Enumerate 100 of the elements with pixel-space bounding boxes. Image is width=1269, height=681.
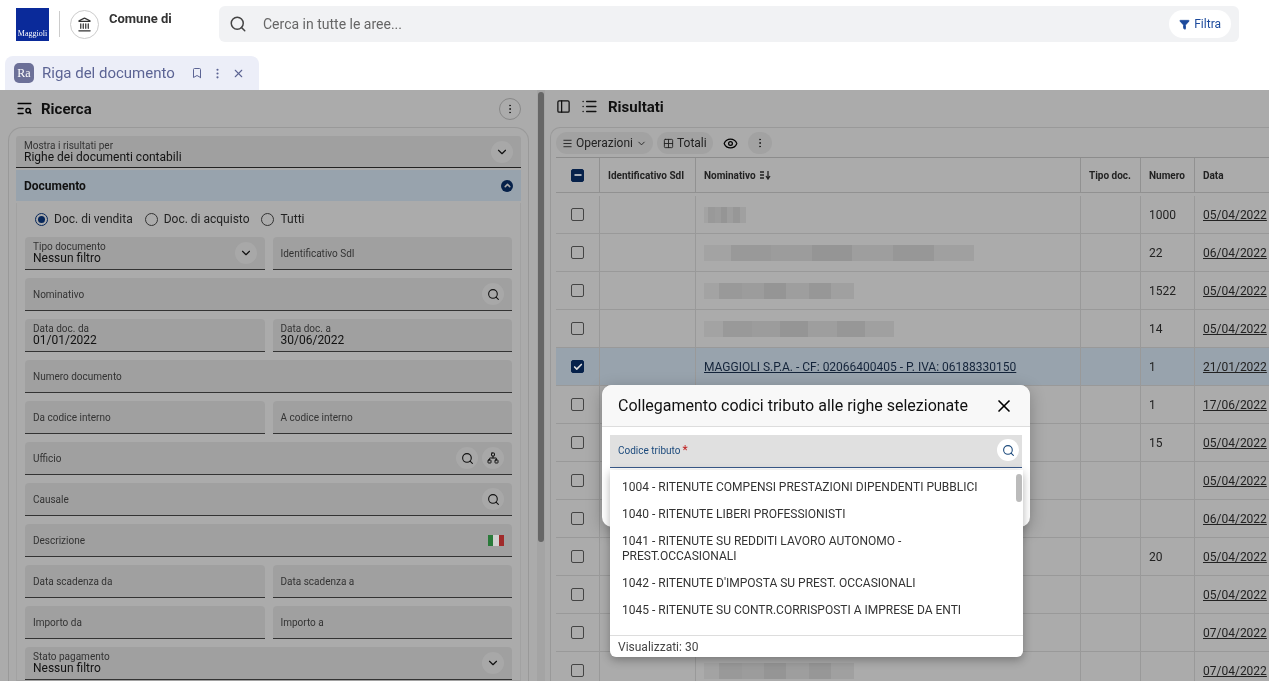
sidebar-toggle-icon[interactable] — [556, 99, 571, 114]
table-cell: 1 — [1141, 348, 1195, 386]
dropdown-option[interactable]: 1041 - RITENUTE SU REDDITI LAVORO AUTONOMO - PREST.OCCASIONALI — [610, 528, 1014, 570]
radio-option[interactable]: Doc. di acquisto — [144, 212, 250, 226]
search-icon[interactable] — [482, 283, 504, 305]
input-field[interactable]: Importo a — [272, 606, 512, 639]
select-field[interactable]: Tipo documento Nessun filtro — [25, 237, 265, 270]
input-field[interactable]: Causale — [25, 483, 512, 516]
scrollbar-thumb[interactable] — [1015, 474, 1022, 502]
column-header[interactable]: Tipo doc. — [1081, 158, 1141, 193]
column-header[interactable]: Nominativo — [696, 158, 1081, 193]
bookmark-icon[interactable] — [190, 67, 203, 79]
date-link[interactable]: 21/01/2022 — [1203, 359, 1267, 374]
date-link[interactable]: 07/04/2022 — [1203, 625, 1267, 640]
field-value: Righe dei documenti contabili — [24, 150, 183, 164]
row-checkbox[interactable] — [571, 550, 584, 563]
row-checkbox[interactable] — [571, 512, 584, 525]
row-checkbox[interactable] — [571, 436, 584, 449]
scrollbar-thumb[interactable] — [538, 92, 544, 542]
row-checkbox[interactable] — [571, 398, 584, 411]
row-checkbox[interactable] — [571, 626, 584, 639]
row-checkbox[interactable] — [571, 284, 584, 297]
table-cell: 1 — [1141, 386, 1195, 424]
panel-title: Ricerca — [41, 99, 93, 118]
row-checkbox[interactable] — [571, 664, 584, 677]
date-link[interactable]: 05/04/2022 — [1203, 321, 1267, 336]
column-header[interactable]: Data — [1195, 158, 1269, 193]
column-header[interactable]: Numero — [1141, 158, 1195, 193]
chevron-down-icon[interactable] — [234, 242, 257, 264]
document-tab[interactable]: Ra Riga del documento — [5, 56, 259, 90]
table-cell: 20 — [1141, 538, 1195, 576]
search-icon[interactable] — [997, 439, 1019, 461]
select-all-checkbox[interactable] — [571, 168, 584, 182]
table-cell: 15 — [1141, 424, 1195, 462]
field-value: 30/06/2022 — [280, 334, 346, 347]
dropdown-option[interactable]: 1040 - RITENUTE LIBERI PROFESSIONISTI — [610, 501, 1014, 528]
input-field[interactable]: Codice tributo * — [610, 435, 1022, 468]
radio-option[interactable]: Doc. di vendita — [35, 212, 133, 226]
chevron-down-icon[interactable] — [491, 140, 513, 163]
date-link[interactable]: 05/04/2022 — [1203, 587, 1267, 602]
search-icon[interactable] — [456, 447, 478, 469]
select-field[interactable]: Stato pagamento Nessun filtro — [25, 647, 512, 680]
filter-icon — [1179, 18, 1191, 30]
table-cell: 22 — [1141, 234, 1195, 272]
section-header[interactable]: Documento — [16, 170, 521, 201]
date-link[interactable]: 05/04/2022 — [1203, 473, 1267, 488]
radio-option[interactable]: Tutti — [261, 212, 305, 226]
check-icon — [572, 361, 583, 372]
input-field[interactable]: Data doc. da 01/01/2022 — [25, 319, 265, 352]
chevron-down-icon[interactable] — [482, 652, 504, 674]
input-field[interactable]: Importo da — [25, 606, 265, 639]
input-field[interactable]: Nominativo — [25, 278, 512, 311]
input-field[interactable]: Numero documento — [25, 360, 512, 393]
nominativo-link[interactable]: MAGGIOLI S.P.A. - CF: 02066400405 - P. IVA: 06188330150 — [704, 359, 1017, 374]
collapse-icon[interactable] — [501, 179, 513, 192]
date-link[interactable]: 05/04/2022 — [1203, 435, 1267, 450]
operations-button[interactable]: Operazioni — [556, 132, 653, 154]
date-link[interactable]: 07/04/2022 — [1203, 663, 1267, 678]
input-field[interactable]: Data scadenza a — [272, 565, 512, 598]
totals-button[interactable]: Totali — [657, 132, 713, 154]
table-cell: 1000 — [1141, 196, 1195, 234]
date-link[interactable]: 05/04/2022 — [1203, 283, 1267, 298]
app-badge: Ra — [14, 63, 34, 83]
date-link[interactable]: 17/06/2022 — [1203, 397, 1267, 412]
date-link[interactable]: 06/04/2022 — [1203, 245, 1267, 260]
input-field[interactable]: Ufficio — [25, 442, 512, 475]
input-field[interactable]: Da codice interno — [25, 401, 265, 434]
field-value: Nessun filtro — [33, 252, 102, 265]
input-field[interactable]: Identificativo SdI — [272, 237, 512, 270]
row-checkbox[interactable] — [571, 360, 584, 373]
input-field[interactable]: Data scadenza da — [25, 565, 265, 598]
row-checkbox[interactable] — [571, 588, 584, 601]
input-field[interactable]: Data doc. a 30/06/2022 — [272, 319, 512, 352]
organization-name: Comune di — [109, 11, 173, 26]
list-icon — [581, 98, 598, 115]
date-link[interactable]: 05/04/2022 — [1203, 207, 1267, 222]
column-header[interactable]: Identificativo SdI — [600, 158, 696, 193]
dropdown-option[interactable]: 1042 - RITENUTE D'IMPOSTA SU PREST. OCCASIONALI — [610, 570, 1014, 597]
tab-title: Riga del documento — [42, 64, 175, 82]
select-field[interactable]: Mostra i risultati per Righe dei documenti contabili — [16, 136, 521, 168]
date-link[interactable]: 06/04/2022 — [1203, 511, 1267, 526]
input-field[interactable]: A codice interno — [272, 401, 512, 434]
sort-icon[interactable] — [758, 170, 771, 180]
row-checkbox[interactable] — [571, 322, 584, 335]
input-field[interactable]: Descrizione — [25, 524, 512, 557]
date-link[interactable]: 05/04/2022 — [1203, 549, 1267, 564]
tree-icon[interactable] — [482, 447, 504, 469]
row-checkbox[interactable] — [571, 474, 584, 487]
search-field[interactable]: Cerca in tutte le aree... Filtra — [219, 6, 1239, 42]
eye-icon[interactable] — [722, 135, 738, 151]
field-value: 01/01/2022 — [33, 334, 98, 347]
flag-icon[interactable] — [488, 534, 504, 546]
result-count: Visualizzati: 30 — [610, 635, 1023, 657]
row-checkbox[interactable] — [571, 208, 584, 221]
row-checkbox[interactable] — [571, 246, 584, 259]
search-icon[interactable] — [482, 488, 504, 510]
dropdown-option[interactable]: 1045 - RITENUTE SU CONTR.CORRISPOSTI A IMPRESE DA ENTI — [610, 597, 1014, 624]
dropdown-option[interactable]: 1004 - RITENUTE COMPENSI PRESTAZIONI DIPENDENTI PUBBLICI — [610, 474, 1014, 501]
field-label: Data doc. a — [280, 323, 332, 334]
filter-button[interactable]: Filtra — [1169, 10, 1231, 38]
